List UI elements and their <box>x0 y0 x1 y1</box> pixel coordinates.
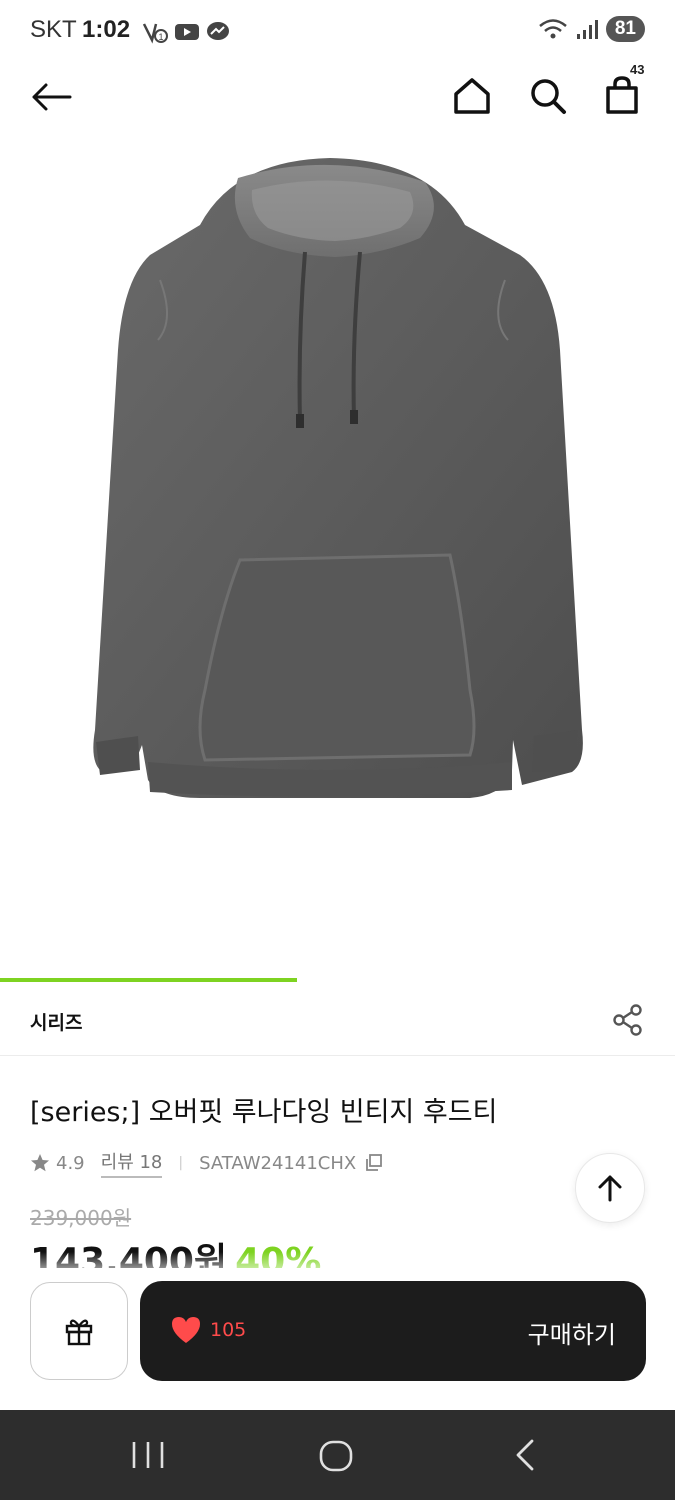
shopping-bag-icon <box>606 76 638 114</box>
back-arrow-icon <box>32 83 72 111</box>
system-icons: 81 <box>538 16 645 42</box>
like-button[interactable]: 105 <box>170 1315 246 1345</box>
gift-icon <box>65 1319 93 1346</box>
product-code: SATAW24141CHX <box>199 1152 357 1174</box>
svg-text:1: 1 <box>158 32 163 42</box>
cart-count-badge: 43 <box>630 62 645 77</box>
star-icon <box>31 1154 49 1172</box>
scroll-to-top-button[interactable] <box>575 1153 645 1223</box>
youtube-icon <box>175 24 199 40</box>
system-navigation-bar <box>0 1410 675 1500</box>
wifi-icon <box>539 19 567 39</box>
nav-home-icon <box>319 1440 353 1472</box>
product-title: [series;] 오버핏 루나다잉 빈티지 후드티 <box>30 1097 498 1128</box>
buy-button-label: 구매하기 <box>527 1321 616 1349</box>
arrow-up-icon <box>598 1175 622 1202</box>
messenger-icon <box>207 22 229 40</box>
copy-icon[interactable] <box>364 1153 384 1173</box>
search-button[interactable] <box>524 72 572 120</box>
back-button[interactable] <box>28 74 74 120</box>
signal-icon <box>576 20 598 39</box>
battery-indicator: 81 <box>605 16 645 42</box>
nav-back-icon <box>516 1439 534 1471</box>
hoodie-image <box>93 158 583 798</box>
status-bar: SKT 1:02 1 81 <box>0 0 675 62</box>
carrier-label: SKT <box>30 16 77 43</box>
clock: 1:02 <box>82 16 131 43</box>
top-app-bar: 43 <box>0 62 675 130</box>
cart-button[interactable] <box>598 72 646 120</box>
review-link[interactable]: 리뷰 18 <box>100 1148 163 1178</box>
home-icon <box>454 78 490 114</box>
home-button[interactable] <box>448 72 496 120</box>
like-count: 105 <box>210 1319 247 1341</box>
rating-value: 4.9 <box>56 1152 85 1174</box>
data-saver-icon: 1 <box>142 23 168 44</box>
heart-icon <box>172 1317 200 1343</box>
nav-back-button[interactable] <box>508 1438 542 1472</box>
brand-row: 시리즈 <box>0 982 675 1056</box>
notification-icons: 1 <box>142 19 230 45</box>
product-meta-row: 4.9 리뷰 18 | SATAW24141CHX <box>30 1148 384 1178</box>
gift-button[interactable] <box>30 1282 128 1380</box>
original-price: 239,000원 <box>30 1206 132 1230</box>
nav-home-button[interactable] <box>316 1436 356 1476</box>
product-image[interactable] <box>0 130 675 978</box>
meta-divider: | <box>178 1155 184 1171</box>
nav-recent-button[interactable] <box>128 1438 168 1472</box>
nav-recent-icon <box>132 1442 164 1468</box>
buy-button[interactable]: 105 구매하기 <box>140 1281 646 1381</box>
share-icon <box>613 1004 642 1036</box>
brand-name-link[interactable]: 시리즈 <box>30 1008 82 1035</box>
bottom-cta-bar: 105 구매하기 <box>0 1268 675 1410</box>
search-icon <box>531 79 566 114</box>
share-button[interactable] <box>610 1002 646 1038</box>
